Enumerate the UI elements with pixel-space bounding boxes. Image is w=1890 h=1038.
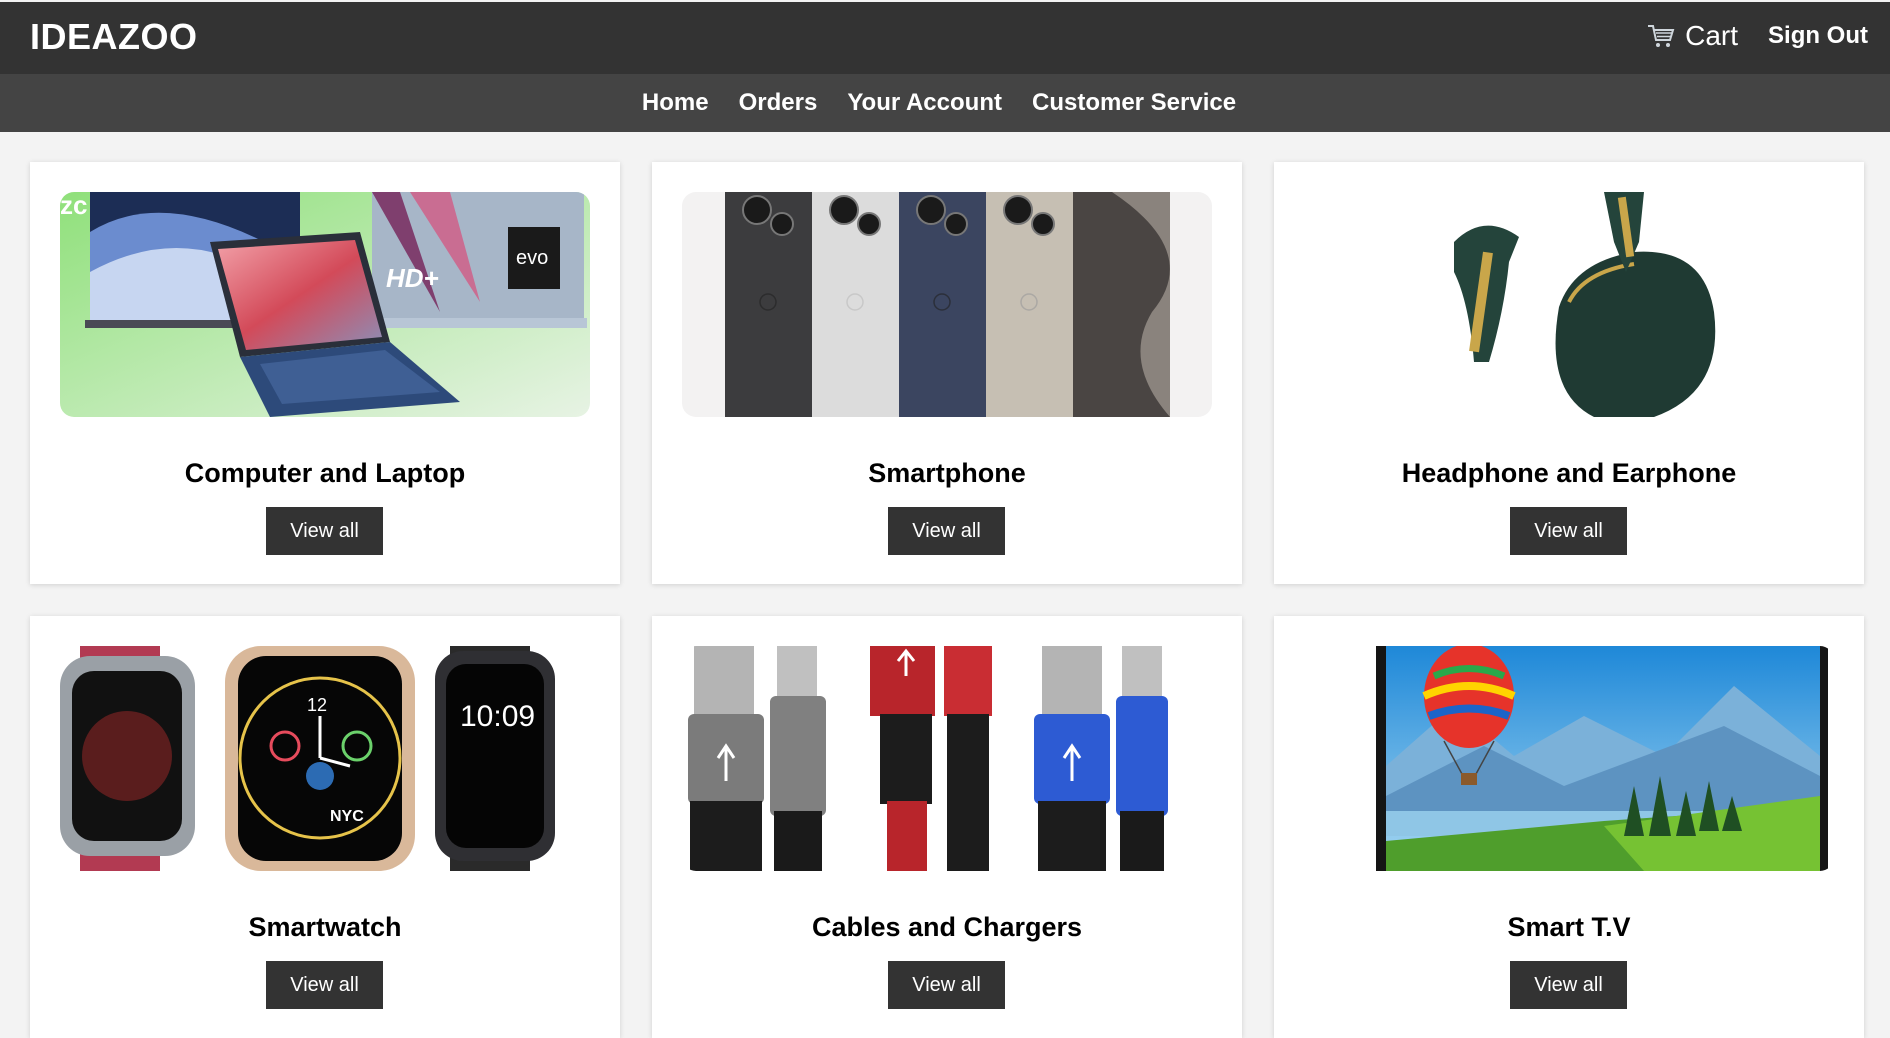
- view-all-button[interactable]: View all: [1510, 961, 1627, 1009]
- category-card: 10:09 12 NYC Smartwatch View all: [30, 616, 620, 1038]
- nav-orders[interactable]: Orders: [739, 89, 818, 117]
- tv-image[interactable]: [1304, 646, 1834, 871]
- svg-text:HD+: HD+: [386, 263, 439, 293]
- view-all-button[interactable]: View all: [266, 507, 383, 555]
- category-title: Headphone and Earphone: [1401, 458, 1737, 488]
- category-card: Smart T.V View all: [1274, 616, 1864, 1038]
- category-card: HD+ evo zc Computer and Laptop View all: [30, 162, 620, 584]
- cart-label: Cart: [1685, 20, 1739, 51]
- category-title: Cables and Chargers: [811, 912, 1083, 942]
- nav-your-account[interactable]: Your Account: [847, 89, 1002, 117]
- svg-text:zc: zc: [60, 192, 87, 220]
- main-nav: Home Orders Your Account Customer Servic…: [0, 74, 1890, 132]
- view-all-button[interactable]: View all: [266, 961, 383, 1009]
- nav-customer-service[interactable]: Customer Service: [1032, 89, 1236, 117]
- header-actions: Cart Sign Out: [1647, 20, 1868, 52]
- category-card: Headphone and Earphone View all: [1274, 162, 1864, 584]
- cables-image[interactable]: [682, 646, 1212, 871]
- cart-icon: [1648, 25, 1675, 47]
- view-all-button[interactable]: View all: [888, 961, 1005, 1009]
- category-card: Smartphone View all: [652, 162, 1242, 584]
- earbuds-image[interactable]: [1304, 192, 1834, 417]
- category-title: Smart T.V: [1507, 912, 1631, 942]
- category-title: Smartphone: [868, 458, 1026, 488]
- svg-text:12: 12: [307, 695, 327, 715]
- svg-text:evo: evo: [516, 247, 548, 269]
- smartwatches-image[interactable]: 10:09 12 NYC: [60, 646, 590, 871]
- site-logo[interactable]: IDEAZOO: [30, 16, 198, 58]
- category-card: Cables and Chargers View all: [652, 616, 1242, 1038]
- smartphones-image[interactable]: [682, 192, 1212, 417]
- category-title: Computer and Laptop: [184, 458, 466, 488]
- category-title: Smartwatch: [248, 912, 402, 942]
- svg-text:NYC: NYC: [330, 808, 364, 825]
- laptops-image[interactable]: HD+ evo zc: [60, 192, 590, 417]
- sign-out-link[interactable]: Sign Out: [1768, 22, 1868, 50]
- nav-home[interactable]: Home: [642, 89, 709, 117]
- cart-link[interactable]: Cart: [1647, 20, 1738, 52]
- svg-text:10:09: 10:09: [460, 700, 535, 733]
- view-all-button[interactable]: View all: [888, 507, 1005, 555]
- top-header: IDEAZOO Cart Sign Out: [0, 2, 1890, 74]
- view-all-button[interactable]: View all: [1510, 507, 1627, 555]
